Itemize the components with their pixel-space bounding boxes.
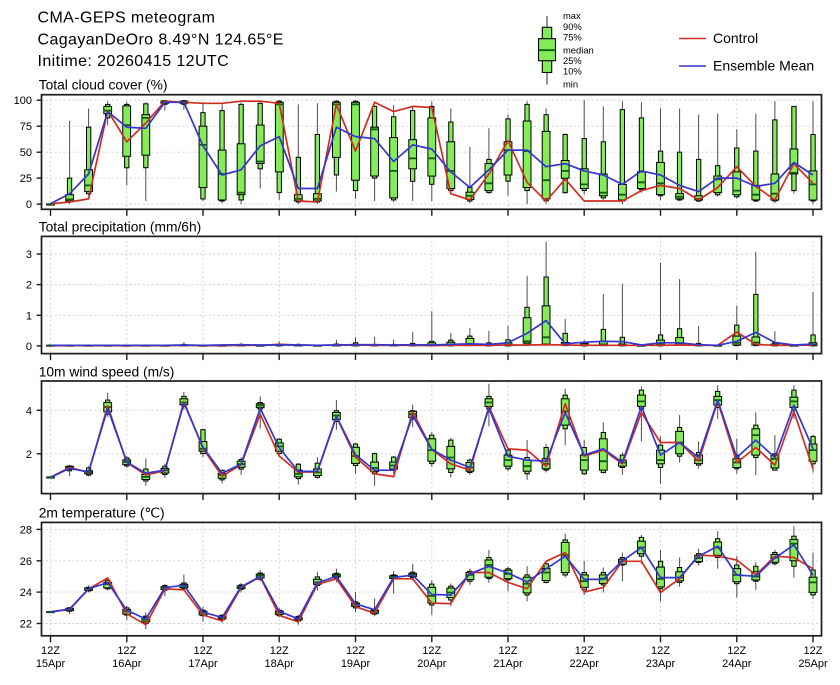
svg-text:0: 0	[26, 341, 32, 353]
svg-text:16Apr: 16Apr	[112, 658, 142, 670]
svg-text:1: 1	[26, 310, 32, 322]
svg-text:12Z: 12Z	[117, 645, 136, 657]
svg-text:22Apr: 22Apr	[570, 658, 600, 670]
svg-text:12Z: 12Z	[575, 645, 594, 657]
svg-text:20Apr: 20Apr	[417, 658, 447, 670]
svg-text:Initime: 20260415 12UTC: Initime: 20260415 12UTC	[38, 53, 230, 70]
svg-text:23Apr: 23Apr	[646, 658, 676, 670]
svg-text:Control: Control	[713, 30, 758, 46]
svg-text:2: 2	[26, 449, 32, 461]
svg-text:median: median	[563, 44, 594, 55]
svg-text:21Apr: 21Apr	[493, 658, 523, 670]
svg-text:24: 24	[20, 587, 32, 599]
svg-text:12Z: 12Z	[346, 645, 365, 657]
svg-text:Total cloud cover (%): Total cloud cover (%)	[39, 78, 168, 93]
svg-text:12Z: 12Z	[727, 645, 746, 657]
svg-text:25: 25	[20, 173, 32, 185]
svg-text:2: 2	[26, 280, 32, 292]
svg-text:min: min	[563, 79, 578, 90]
svg-text:0: 0	[26, 199, 32, 211]
svg-text:24Apr: 24Apr	[722, 658, 752, 670]
svg-text:10%: 10%	[563, 65, 582, 76]
svg-text:CMA-GEPS meteogram: CMA-GEPS meteogram	[38, 10, 216, 27]
svg-text:15Apr: 15Apr	[36, 658, 66, 670]
svg-text:12Z: 12Z	[499, 645, 518, 657]
svg-text:22: 22	[20, 619, 32, 631]
svg-text:12Z: 12Z	[41, 645, 60, 657]
svg-text:12Z: 12Z	[422, 645, 441, 657]
svg-text:12Z: 12Z	[651, 645, 670, 657]
svg-text:10m wind speed (m/s): 10m wind speed (m/s)	[39, 364, 175, 379]
svg-text:12Z: 12Z	[804, 645, 823, 657]
svg-text:Ensemble Mean: Ensemble Mean	[713, 58, 814, 74]
svg-text:18Apr: 18Apr	[265, 658, 295, 670]
svg-text:19Apr: 19Apr	[341, 658, 371, 670]
svg-text:75%: 75%	[563, 31, 582, 42]
svg-text:4: 4	[26, 405, 32, 417]
svg-text:75: 75	[20, 121, 32, 133]
svg-text:12Z: 12Z	[270, 645, 289, 657]
svg-text:17Apr: 17Apr	[188, 658, 218, 670]
svg-text:50: 50	[20, 147, 32, 159]
svg-text:90%: 90%	[563, 21, 582, 32]
svg-text:100: 100	[14, 95, 32, 107]
svg-text:CagayanDeOro 8.49°N 124.65°E: CagayanDeOro 8.49°N 124.65°E	[38, 31, 284, 48]
svg-text:max: max	[563, 10, 581, 21]
svg-text:25Apr: 25Apr	[798, 658, 828, 670]
svg-text:28: 28	[20, 524, 32, 536]
svg-text:Total precipitation (mm/6h): Total precipitation (mm/6h)	[39, 220, 202, 235]
svg-text:26: 26	[20, 556, 32, 568]
svg-text:2m temperature (℃): 2m temperature (℃)	[39, 506, 165, 521]
svg-text:3: 3	[26, 249, 32, 261]
svg-text:12Z: 12Z	[194, 645, 213, 657]
